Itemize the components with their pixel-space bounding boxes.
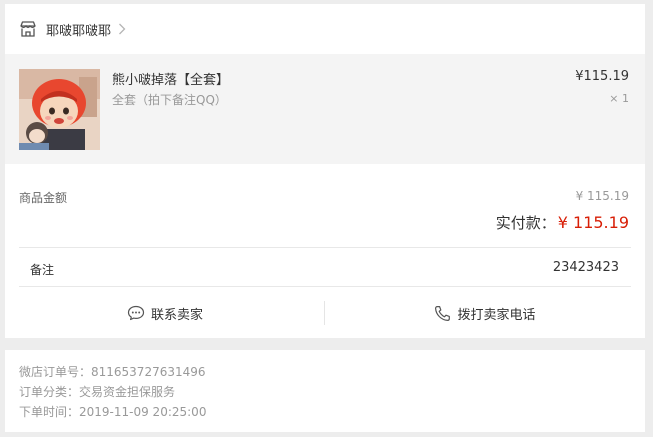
remark-label: 备注 <box>30 263 55 277</box>
product-sku: 全套（拍下备注QQ） <box>112 93 227 107</box>
product-quantity: × 1 <box>609 92 629 105</box>
phone-icon <box>434 305 451 322</box>
order-info-card: 微店订单号：811653727631496 订单分类：交易资金担保服务 下单时间… <box>5 350 645 432</box>
order-number: 微店订单号：811653727631496 <box>19 365 206 379</box>
product-price: ¥115.19 <box>575 69 629 84</box>
chat-bubble-icon <box>127 305 145 321</box>
order-card: 耶啵耶啵耶 熊小啵掉落【全套】 全套（拍下备注QQ） ¥115.19 × 1 商… <box>5 4 645 338</box>
store-name: 耶啵耶啵耶 <box>46 23 112 39</box>
call-seller-label: 拨打卖家电话 <box>457 307 536 323</box>
actual-payment-value: ¥ 115.19 <box>557 213 629 232</box>
store-header[interactable]: 耶啵耶啵耶 <box>5 4 645 54</box>
product-title: 熊小啵掉落【全套】 <box>112 73 230 88</box>
chevron-right-icon <box>118 23 126 35</box>
product-thumbnail[interactable] <box>19 69 100 150</box>
divider <box>19 247 631 248</box>
goods-amount-label: 商品金额 <box>19 191 68 205</box>
call-seller-button[interactable]: 拨打卖家电话 <box>325 289 645 337</box>
contact-seller-button[interactable]: 联系卖家 <box>5 289 325 337</box>
remark-value: 23423423 <box>552 260 619 275</box>
order-category: 订单分类：交易资金担保服务 <box>19 385 176 399</box>
product-item[interactable]: 熊小啵掉落【全套】 全套（拍下备注QQ） ¥115.19 × 1 <box>5 54 645 164</box>
contact-seller-label: 联系卖家 <box>150 307 203 323</box>
order-time: 下单时间：2019-11-09 20:25:00 <box>19 405 207 419</box>
actual-payment: 实付款： ¥ 115.19 <box>496 212 629 233</box>
shop-icon <box>19 20 37 38</box>
goods-amount-value: ¥ 115.19 <box>575 189 629 203</box>
divider <box>19 286 631 287</box>
actual-payment-label: 实付款： <box>495 214 556 232</box>
